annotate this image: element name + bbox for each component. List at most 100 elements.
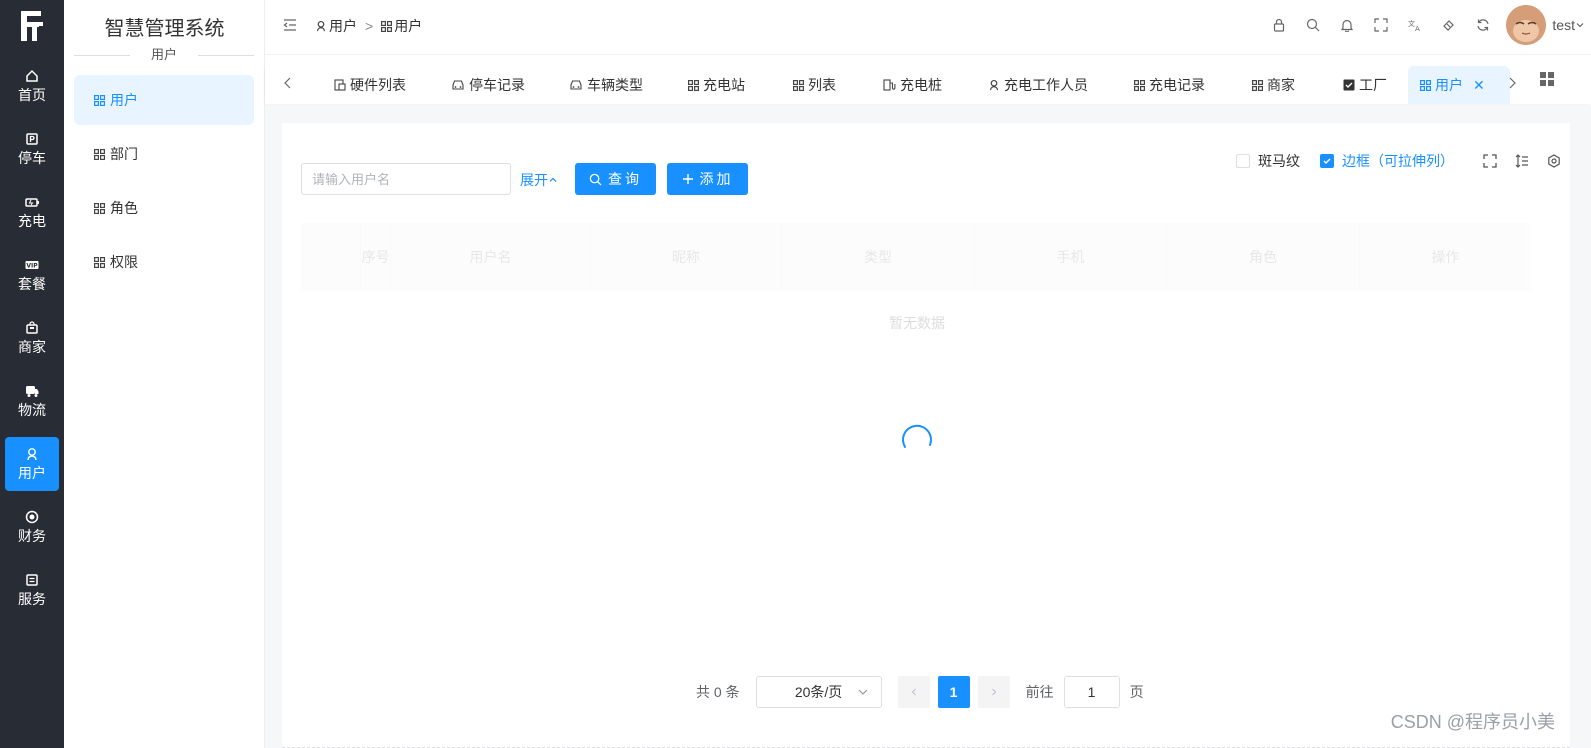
- border-checkbox[interactable]: 边框（可拉伸列）: [1320, 151, 1454, 171]
- grid-icon: [381, 20, 393, 32]
- rail-item-home[interactable]: 首页: [5, 59, 59, 113]
- top-header: 用户 > 用户 文A test: [265, 0, 1591, 55]
- vip-icon: VIP: [25, 261, 39, 270]
- grid-icon: [94, 148, 105, 160]
- rail-item-finance[interactable]: 财务: [5, 500, 59, 554]
- rail-item-package[interactable]: VIP 套餐: [5, 248, 59, 302]
- translate-icon: 文A: [1408, 19, 1420, 32]
- query-button[interactable]: 查询: [575, 163, 656, 195]
- sub-menu-item-label: 权限: [110, 254, 138, 270]
- search-icon: [1307, 18, 1320, 32]
- chevron-down-icon: [858, 689, 868, 695]
- page-number-current[interactable]: 1: [937, 676, 970, 708]
- tab-chargers[interactable]: 充电桩: [883, 66, 942, 104]
- column-settings-button[interactable]: [1538, 154, 1570, 168]
- border-label: 边框（可拉伸列）: [1342, 153, 1454, 169]
- tab-label: 停车记录: [469, 77, 525, 93]
- table-fullscreen-button[interactable]: [1474, 154, 1506, 168]
- app-root: 首页 停车 充电 VIP 套餐 商家 物流 用户 财务 服务 智慧管理系统 用户…: [0, 0, 1591, 748]
- prev-page-button[interactable]: [897, 676, 930, 708]
- grid-icon: [793, 79, 804, 91]
- username-search-input[interactable]: [301, 163, 511, 195]
- query-label: 查询: [608, 171, 642, 187]
- tabs-scroll-right-icon[interactable]: [1507, 76, 1517, 90]
- grid-icon: [1252, 79, 1263, 91]
- shop-icon: [26, 321, 38, 334]
- fullscreen-icon: [1483, 154, 1497, 168]
- rail-item-parking[interactable]: 停车: [5, 122, 59, 176]
- charger-icon: [883, 79, 896, 91]
- close-tab-icon[interactable]: ✕: [1473, 77, 1485, 94]
- notification-button[interactable]: [1330, 8, 1364, 42]
- search-icon: [589, 173, 602, 186]
- username: test: [1552, 17, 1575, 33]
- lock-screen-button[interactable]: [1262, 8, 1296, 42]
- tab-label: 商家: [1267, 77, 1295, 93]
- refresh-button[interactable]: [1466, 8, 1500, 42]
- add-button[interactable]: 添加: [667, 163, 748, 195]
- sub-menu-item-label: 部门: [110, 146, 138, 162]
- sub-menu-item-department[interactable]: 部门: [74, 129, 254, 179]
- sub-menu: 智慧管理系统 用户 用户 部门 角色 权限: [64, 0, 265, 748]
- tab-charging-stations[interactable]: 充电站: [688, 66, 745, 104]
- user-menu[interactable]: test: [1552, 17, 1585, 33]
- tab-factory[interactable]: 工厂: [1343, 66, 1387, 104]
- stripe-checkbox[interactable]: 斑马纹: [1236, 151, 1300, 171]
- language-button[interactable]: 文A: [1398, 8, 1432, 42]
- tabs-menu-icon[interactable]: [1540, 72, 1554, 86]
- expand-label: 展开: [520, 172, 548, 188]
- rail-item-label: 商家: [18, 339, 46, 355]
- tabs-bar: 硬件列表 停车记录 车辆类型 充电站 列表 充电桩 充电工作人员 充电记录 商家…: [265, 66, 1591, 104]
- tab-label: 工厂: [1359, 77, 1387, 93]
- next-page-button[interactable]: [977, 676, 1010, 708]
- tab-charging-staff[interactable]: 充电工作人员: [988, 66, 1088, 104]
- grid-icon: [94, 202, 105, 214]
- fullscreen-button[interactable]: [1364, 8, 1398, 42]
- rail-item-users[interactable]: 用户: [5, 437, 59, 491]
- sub-menu-item-role[interactable]: 角色: [74, 183, 254, 233]
- checkbox-box: [1320, 154, 1334, 168]
- tab-hardware-list[interactable]: 硬件列表: [334, 66, 406, 104]
- collapse-menu-icon[interactable]: [283, 18, 297, 32]
- tabs-scroll-left-icon[interactable]: [283, 76, 293, 90]
- goto-label: 前往: [1025, 684, 1054, 700]
- tab-parking-records[interactable]: 停车记录: [451, 66, 525, 104]
- rail-item-merchant[interactable]: 商家: [5, 311, 59, 365]
- rail-item-charging[interactable]: 充电: [5, 185, 59, 239]
- page-size-select[interactable]: 20条/页: [755, 676, 882, 708]
- tab-charging-records[interactable]: 充电记录: [1134, 66, 1205, 104]
- rail-item-logistics[interactable]: 物流: [5, 374, 59, 428]
- column-header-actions: 操作: [1431, 249, 1460, 265]
- sub-menu-item-permission[interactable]: 权限: [74, 237, 254, 287]
- chevron-right-icon: [991, 688, 996, 696]
- rail-item-label: 充电: [18, 213, 46, 229]
- expand-filters-link[interactable]: 展开: [520, 170, 558, 190]
- device-icon: [334, 79, 346, 91]
- rail-item-service[interactable]: 服务: [5, 563, 59, 617]
- page-size-value: 20条/页: [794, 684, 843, 700]
- tab-list[interactable]: 列表: [793, 66, 836, 104]
- tab-users[interactable]: 用户 ✕: [1408, 66, 1510, 104]
- user-icon: [989, 79, 999, 91]
- search-button[interactable]: [1296, 8, 1330, 42]
- sub-menu-section-header: 用户: [74, 47, 254, 63]
- tab-label: 充电站: [703, 77, 745, 93]
- column-header-phone: 手机: [975, 223, 1167, 291]
- avatar[interactable]: [1506, 5, 1547, 45]
- user-table-card: 展开 查询 添加 斑马纹 边框（可拉伸列）: [282, 123, 1570, 748]
- home-icon: [26, 69, 38, 82]
- grid-icon: [94, 256, 105, 268]
- breadcrumb-separator: >: [365, 18, 374, 34]
- rail-item-label: 停车: [18, 150, 46, 166]
- breadcrumb-item[interactable]: 用户: [329, 16, 357, 36]
- row-density-button[interactable]: [1506, 154, 1538, 168]
- tab-vehicle-types[interactable]: 车辆类型: [569, 66, 643, 104]
- theme-button[interactable]: [1432, 8, 1466, 42]
- loading-spinner-icon: [902, 424, 932, 448]
- tab-merchants[interactable]: 商家: [1252, 66, 1295, 104]
- svg-text:VIP: VIP: [26, 263, 38, 270]
- sub-menu-item-user[interactable]: 用户: [74, 75, 254, 125]
- rail-item-label: 服务: [18, 591, 46, 607]
- goto-page-input[interactable]: [1063, 676, 1120, 708]
- line-height-icon: [1515, 154, 1528, 168]
